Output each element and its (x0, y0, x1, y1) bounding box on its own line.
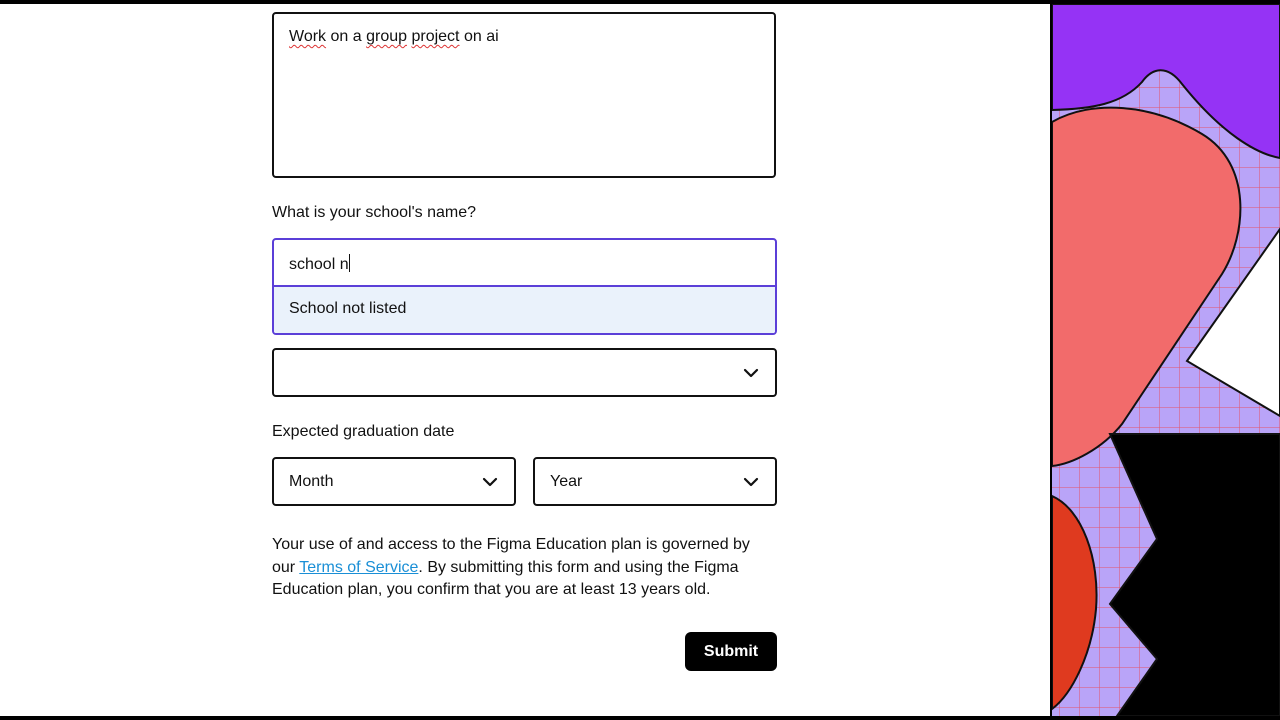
chevron-down-icon (743, 477, 759, 486)
school-name-combobox[interactable]: school n School not listed (272, 238, 777, 335)
project-description-textarea[interactable]: Work on a group project on ai (272, 12, 776, 178)
month-select[interactable]: Month (272, 457, 516, 506)
decorative-artwork (1052, 4, 1280, 716)
chevron-down-icon (482, 477, 498, 486)
submit-button[interactable]: Submit (685, 632, 777, 671)
year-select-value: Year (550, 472, 583, 490)
form-page: Work on a group project on ai What is yo… (0, 4, 1050, 716)
chevron-down-icon (743, 368, 759, 377)
text-word: on a (330, 28, 362, 45)
text-word: on ai (463, 28, 499, 45)
graduation-date-label: Expected graduation date (272, 423, 455, 440)
school-suggestion-option[interactable]: School not listed (274, 287, 775, 333)
decorative-illustration (1052, 4, 1280, 716)
terms-of-service-link[interactable]: Terms of Service (299, 559, 418, 576)
spell-word: group (366, 28, 408, 45)
school-name-label: What is your school's name? (272, 204, 477, 221)
legal-notice: Your use of and access to the Figma Educ… (272, 534, 772, 602)
school-name-value: school n (289, 256, 349, 273)
school-name-input[interactable]: school n (274, 240, 775, 287)
year-select[interactable]: Year (533, 457, 777, 506)
spell-word: project (411, 28, 460, 45)
spell-word: Work (289, 28, 327, 45)
extra-select[interactable] (272, 348, 777, 397)
month-select-value: Month (289, 472, 334, 490)
text-caret (348, 254, 350, 272)
